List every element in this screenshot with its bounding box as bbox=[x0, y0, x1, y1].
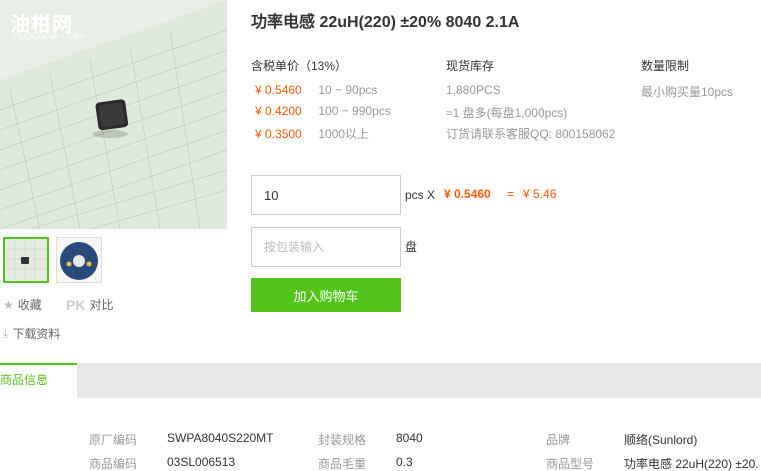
add-to-cart-button[interactable]: 加入购物车 bbox=[251, 278, 401, 312]
tab-product-info[interactable]: 商品信息 bbox=[0, 363, 77, 398]
info-label: 商品型号 bbox=[546, 457, 595, 471]
info-label: 品牌 bbox=[546, 433, 571, 447]
price-tier: ¥ 0.3500 1000以上 bbox=[255, 125, 369, 142]
thumbnail-1-image bbox=[5, 239, 47, 281]
calc-total-price: ¥ 5.46 bbox=[523, 187, 557, 201]
info-value: SWPA8040S220MT bbox=[167, 431, 274, 445]
tier-price: ¥ 0.4200 bbox=[255, 104, 302, 118]
tier-range: 100 ~ 990pcs bbox=[318, 104, 391, 118]
product-title: 功率电感 22uH(220) ±20% 8040 2.1A bbox=[251, 14, 520, 31]
calc-unit-price: ¥ 0.5460 bbox=[444, 187, 491, 201]
collect-button[interactable]: ★ 收藏 bbox=[3, 296, 42, 313]
thumbnail-1[interactable] bbox=[3, 237, 49, 283]
quantity-input[interactable] bbox=[251, 175, 401, 215]
star-icon: ★ bbox=[3, 297, 14, 312]
info-label: 商品编码 bbox=[89, 457, 138, 471]
product-main-image: 油柑网 YOUGANNET.COM bbox=[0, 0, 227, 229]
watermark-domain: YOUGANNET.COM bbox=[12, 34, 87, 41]
info-value: 8040 bbox=[396, 431, 423, 445]
tier-range: 10 ~ 90pcs bbox=[318, 83, 378, 97]
tier-range: 1000以上 bbox=[318, 127, 370, 141]
stock-quantity: 1,880PCS bbox=[446, 83, 501, 97]
info-value: 顺络(Sunlord) bbox=[624, 433, 698, 447]
calc-equals: = bbox=[507, 187, 515, 201]
info-value: 功率电感 22uH(220) ±20. bbox=[624, 457, 759, 471]
info-label: 商品毛重 bbox=[318, 457, 367, 471]
info-label: 原厂编码 bbox=[89, 433, 138, 447]
thumbnail-2[interactable] bbox=[56, 237, 102, 283]
download-icon: ⤓ bbox=[3, 326, 9, 340]
watermark-logo: 油柑网 bbox=[10, 14, 73, 36]
compare-label: 对比 bbox=[89, 298, 114, 312]
reel-unit-label: 盘 bbox=[405, 240, 418, 254]
limit-header: 数量限制 bbox=[641, 59, 690, 73]
thumbnail-2-image bbox=[57, 238, 101, 282]
reel-quantity-input[interactable] bbox=[251, 227, 401, 267]
download-label: 下载资料 bbox=[12, 327, 61, 341]
info-label: 封装规格 bbox=[318, 433, 367, 447]
stock-reels: ≈1 盘多(每盘1,000pcs) bbox=[446, 106, 568, 120]
download-datasheet-button[interactable]: ⤓ 下载资料 bbox=[3, 325, 60, 342]
tier-price: ¥ 0.5460 bbox=[255, 83, 302, 97]
min-order-quantity: 最小购买量10pcs bbox=[641, 85, 734, 99]
stock-header: 现货库存 bbox=[446, 59, 495, 73]
tier-price: ¥ 0.3500 bbox=[255, 127, 302, 141]
price-tier: ¥ 0.4200 100 ~ 990pcs bbox=[255, 104, 391, 118]
info-value: 03SL006513 bbox=[167, 455, 236, 469]
stock-contact: 订货请联系客服QQ: 800158062 bbox=[446, 127, 616, 141]
unit-multiplier-label: pcs X bbox=[405, 188, 436, 202]
price-header: 含税单价（13%） bbox=[251, 59, 348, 73]
price-tier: ¥ 0.5460 10 ~ 90pcs bbox=[255, 83, 377, 97]
collect-label: 收藏 bbox=[17, 298, 42, 312]
pk-icon: PK bbox=[66, 296, 86, 313]
info-value: 0.3 bbox=[396, 455, 413, 469]
detail-tab-bar: 商品信息 bbox=[0, 363, 761, 398]
compare-button[interactable]: PK 对比 bbox=[66, 296, 113, 313]
